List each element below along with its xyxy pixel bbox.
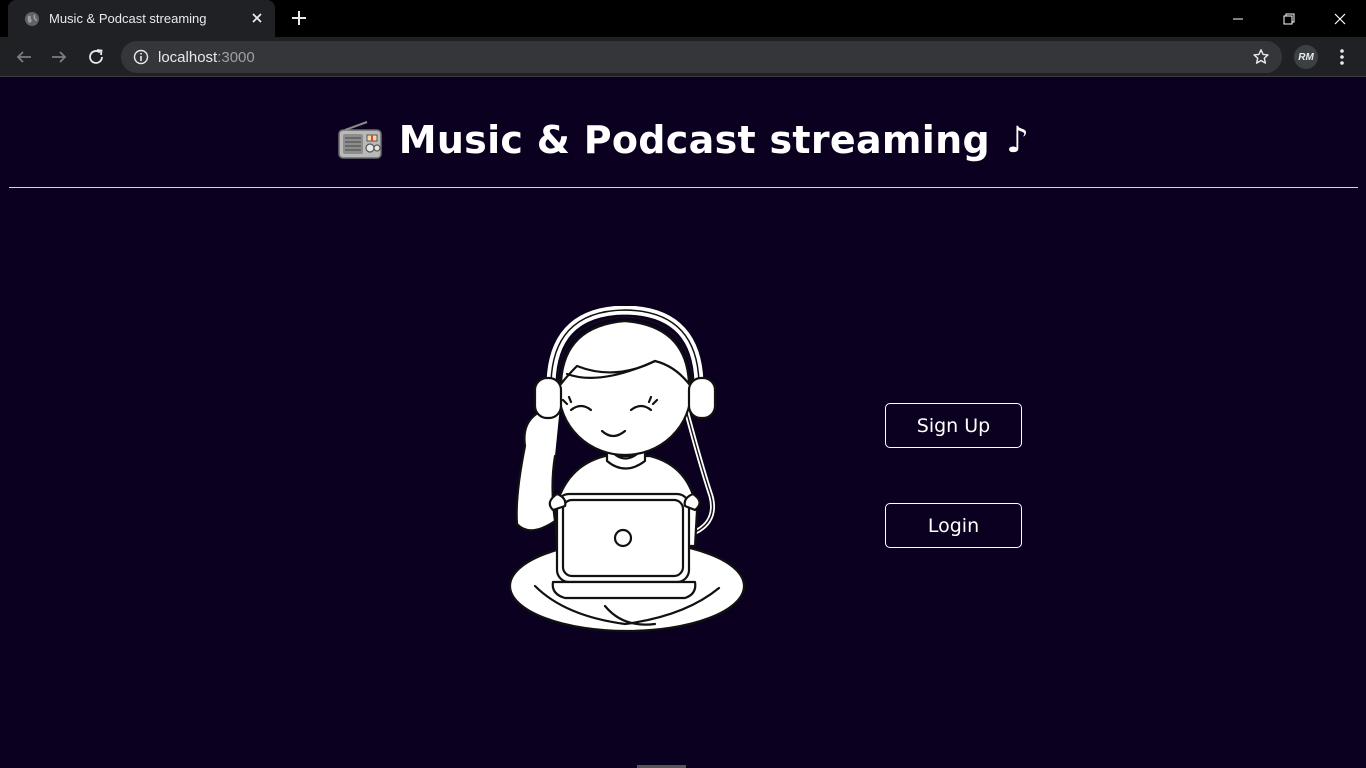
restore-icon (1283, 13, 1295, 24)
url-host: localhost (158, 49, 218, 66)
person-with-laptop-illustration (508, 306, 746, 633)
star-icon[interactable] (1252, 48, 1270, 66)
page-title-text: Music & Podcast streaming (398, 118, 990, 162)
close-icon (1334, 13, 1346, 24)
address-bar[interactable]: localhost:3000 (121, 41, 1282, 73)
close-window-button[interactable] (1317, 0, 1363, 37)
forward-button[interactable] (47, 45, 71, 69)
back-button[interactable] (12, 45, 36, 69)
browser-toolbar: localhost:3000 RM (0, 37, 1366, 77)
page-header: Music & Podcast streaming ♪ (0, 118, 1366, 165)
header-divider (9, 187, 1358, 188)
music-note-icon: ♪ (1006, 119, 1030, 161)
page-title: Music & Podcast streaming ♪ (337, 118, 1030, 162)
browser-tab[interactable]: Music & Podcast streaming (8, 0, 275, 37)
reload-button[interactable] (84, 45, 108, 69)
minimize-window-button[interactable] (1215, 0, 1261, 37)
profile-avatar[interactable]: RM (1294, 45, 1318, 69)
new-tab-icon[interactable] (289, 8, 309, 28)
info-icon[interactable] (133, 49, 149, 65)
restore-window-button[interactable] (1266, 0, 1312, 37)
login-button[interactable]: Login (885, 503, 1022, 548)
globe-icon (25, 12, 39, 26)
arrow-left-icon (16, 51, 31, 63)
sign-up-button[interactable]: Sign Up (885, 403, 1022, 448)
url-text: localhost:3000 (158, 49, 255, 66)
tab-title: Music & Podcast streaming (49, 11, 207, 26)
arrow-right-icon (52, 51, 67, 63)
page-body: Music & Podcast streaming ♪ Sign Up Logi… (0, 78, 1366, 768)
kebab-menu-icon[interactable] (1334, 45, 1350, 69)
url-port: :3000 (217, 49, 255, 66)
reload-icon (89, 49, 103, 64)
minimize-icon (1233, 18, 1243, 19)
radio-icon (337, 121, 382, 159)
browser-tab-strip: Music & Podcast streaming (0, 0, 1366, 37)
close-tab-icon[interactable] (248, 9, 266, 27)
